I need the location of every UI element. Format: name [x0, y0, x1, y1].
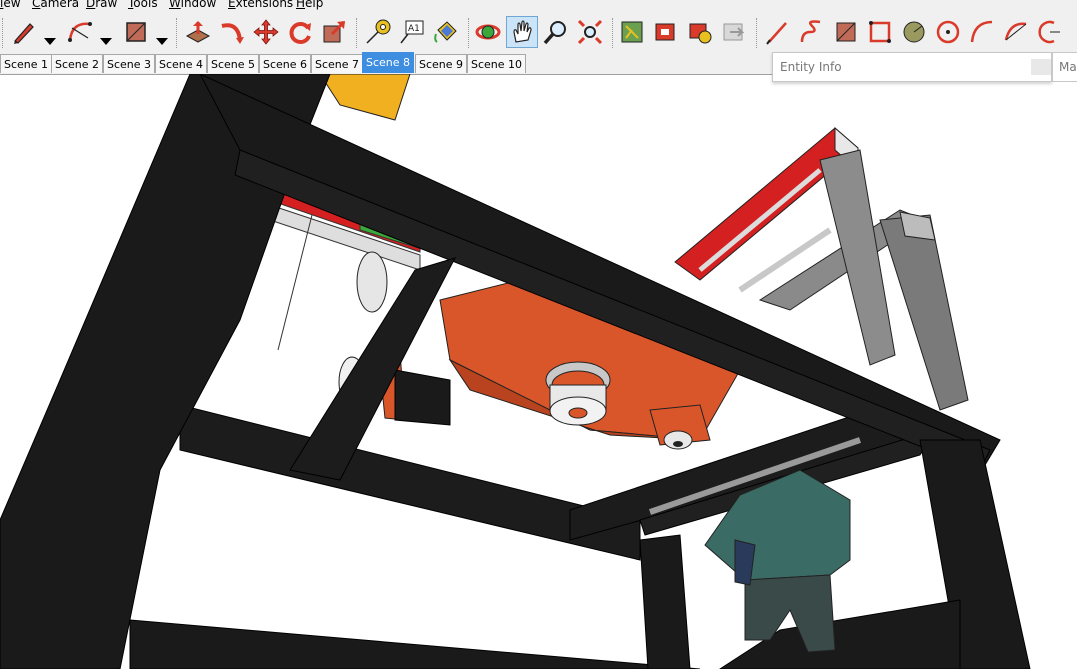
3d-viewport[interactable] [0, 74, 1077, 669]
zoom-extents-icon [577, 19, 603, 45]
push-pull-tool-button[interactable] [182, 16, 214, 48]
zoom-icon [543, 21, 566, 45]
paint-bucket-icon [434, 21, 457, 43]
toolbar-separator [2, 18, 4, 48]
tab-scene-2[interactable]: Scene 2 [51, 54, 104, 73]
main-toolbar: A1 [0, 12, 1077, 52]
scale-tool-button[interactable] [318, 16, 350, 48]
follow-me-icon [221, 23, 244, 44]
tab-scene-10[interactable]: Scene 10 [467, 54, 527, 73]
send-to-layout-button[interactable] [718, 16, 750, 48]
arc-3-icon [1038, 20, 1060, 44]
orbit-tool-button[interactable] [472, 16, 504, 48]
add-location-button[interactable] [616, 16, 648, 48]
pan-icon [513, 20, 532, 43]
toolbar-separator [468, 18, 470, 48]
scene-tab-bar: Scene 1 Scene 2 Scene 3 Scene 4 Scene 5 … [0, 52, 772, 75]
rectangle-icon [126, 22, 146, 42]
tab-scene-5[interactable]: Scene 5 [207, 54, 260, 73]
move-tool-button[interactable] [250, 16, 282, 48]
add-location-icon [621, 21, 643, 43]
tab-scene-6[interactable]: Scene 6 [259, 54, 312, 73]
menu-help[interactable]: Help [296, 0, 323, 9]
toolbar-separator [612, 18, 614, 48]
menu-extensions[interactable]: Extensions [228, 0, 293, 9]
rotated-rect-icon [869, 21, 891, 43]
entity-info-title: Entity Info [780, 60, 842, 74]
menu-tools[interactable]: Tools [128, 0, 158, 9]
pie-tool-button[interactable] [1000, 16, 1032, 48]
tab-scene-4[interactable]: Scene 4 [155, 54, 208, 73]
menu-bar: iew Camera Draw Tools Window Extensions … [0, 0, 1077, 12]
arc-3-tool-button[interactable] [1034, 16, 1066, 48]
arc-2-icon [970, 20, 993, 43]
menu-camera[interactable]: Camera [32, 0, 79, 9]
paint-bucket-tool-button[interactable] [430, 16, 462, 48]
pan-tool-button[interactable] [506, 16, 538, 48]
warehouse-icon [655, 23, 675, 41]
rectangle-tool-button[interactable] [120, 16, 152, 48]
tab-scene-3[interactable]: Scene 3 [103, 54, 156, 73]
extension-warehouse-button[interactable] [684, 16, 716, 48]
entity-info-close-box[interactable] [1031, 59, 1051, 75]
rotated-rectangle-tool-button[interactable] [864, 16, 896, 48]
push-pull-icon [185, 21, 211, 43]
tape-measure-icon [366, 19, 391, 44]
pencil-icon [14, 23, 34, 44]
materials-panel-label: Ma [1059, 60, 1077, 74]
polygon-tool-button[interactable] [932, 16, 964, 48]
tab-scene-1[interactable]: Scene 1 [0, 54, 53, 73]
polygon-icon [936, 20, 960, 44]
orbit-icon [475, 24, 501, 40]
zoom-extents-tool-button[interactable] [574, 16, 606, 48]
menu-draw[interactable]: Draw [86, 0, 117, 9]
layout-icon [723, 23, 745, 41]
extension-warehouse-icon [689, 23, 712, 44]
rotate-tool-button[interactable] [284, 16, 316, 48]
arc-2-tool-button[interactable] [966, 16, 998, 48]
svg-text:A1: A1 [408, 24, 420, 34]
toolbar-separator [176, 18, 178, 48]
menu-window[interactable]: Window [169, 0, 216, 9]
circle-tool-button[interactable] [898, 16, 930, 48]
move-icon [253, 19, 279, 45]
arc-icon [68, 22, 92, 42]
menu-view[interactable]: iew [0, 0, 21, 9]
follow-me-tool-button[interactable] [216, 16, 248, 48]
tab-scene-8[interactable]: Scene 8 [362, 52, 415, 73]
freehand-tool-button[interactable] [796, 16, 828, 48]
rectangle-dropdown-arrow[interactable] [156, 38, 168, 45]
tape-measure-tool-button[interactable] [362, 16, 394, 48]
pie-icon [1004, 22, 1027, 41]
pencil-dropdown-arrow[interactable] [44, 38, 56, 45]
freehand-icon [800, 20, 821, 43]
3d-warehouse-button[interactable] [650, 16, 682, 48]
text-label-icon: A1 [400, 20, 424, 44]
draw-line-icon [766, 22, 787, 45]
circle-icon [903, 21, 925, 43]
scale-icon [323, 20, 346, 43]
line-tool-button[interactable] [762, 16, 794, 48]
text-tool-button[interactable]: A1 [396, 16, 428, 48]
rectangle-2-tool-button[interactable] [830, 16, 862, 48]
tab-scene-7[interactable]: Scene 7 [311, 54, 364, 73]
pencil-tool-button[interactable] [8, 16, 40, 48]
toolbar-separator [756, 18, 758, 48]
rotate-icon [289, 22, 311, 44]
tab-scene-9[interactable]: Scene 9 [415, 54, 468, 73]
arc-tool-button[interactable] [64, 16, 96, 48]
toolbar-separator [356, 18, 358, 48]
zoom-tool-button[interactable] [540, 16, 572, 48]
rect-2-icon [836, 22, 856, 42]
arc-dropdown-arrow[interactable] [100, 38, 112, 45]
model-scene [0, 74, 1031, 669]
